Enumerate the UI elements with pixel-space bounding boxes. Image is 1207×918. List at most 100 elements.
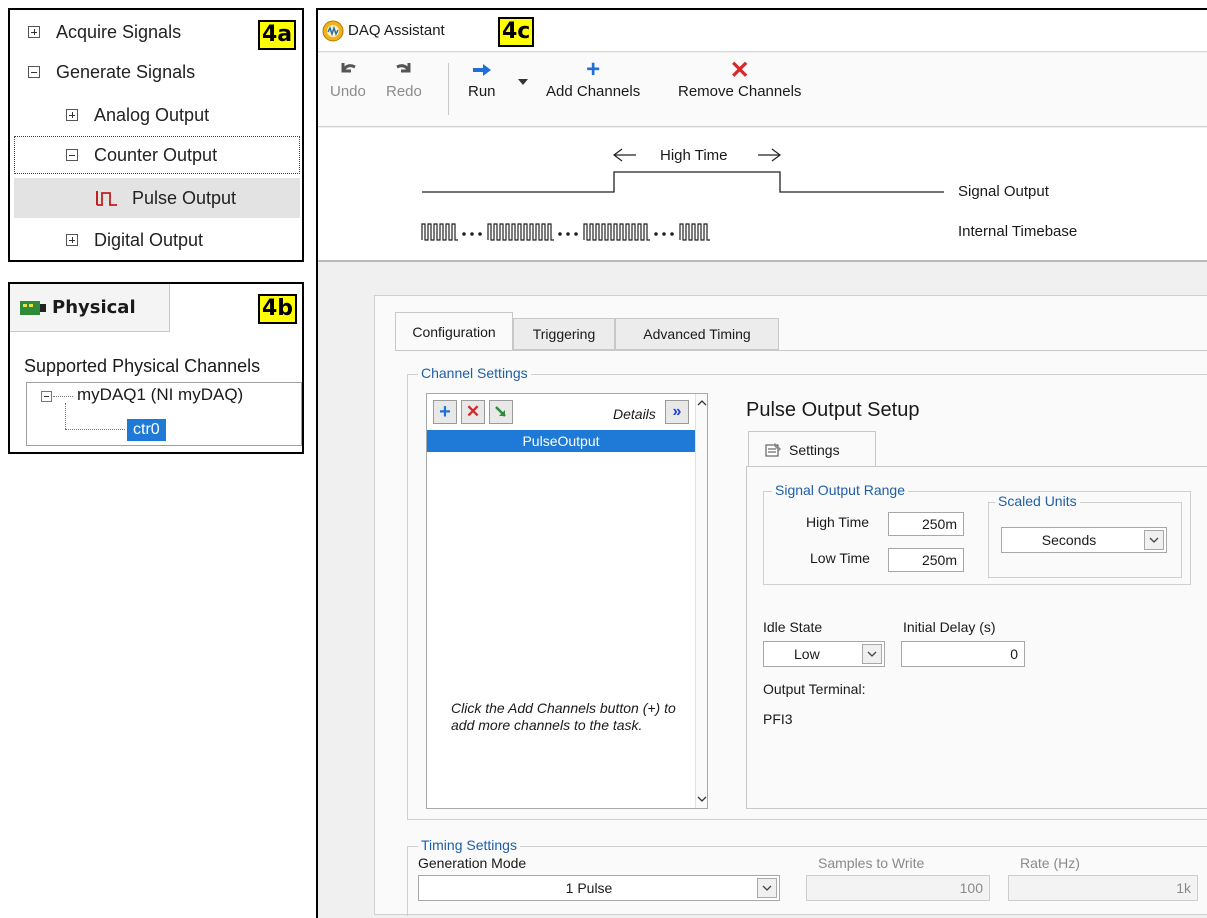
daq-assistant-icon [322,20,344,42]
callout-label: 4c [498,17,535,47]
tree-item-label: Pulse Output [132,187,237,208]
rate-input[interactable]: 1k [1008,875,1198,901]
expand-icon[interactable] [66,234,78,246]
rename-channel-button[interactable] [489,400,513,424]
remove-channels-button[interactable]: ✕ Remove Channels [678,57,802,101]
tab-label: Physical [52,297,136,318]
group-title: Channel Settings [418,365,531,381]
collapse-icon[interactable] [66,149,78,161]
pulse-icon [96,191,117,206]
channel-settings-group: Channel Settings + ✕ Details » PulseOutp… [407,365,1207,820]
generation-mode-select[interactable]: 1 Pulse [418,875,780,901]
initial-delay-input[interactable]: 0 [901,641,1025,667]
callout-label: 4a [258,20,297,50]
tab-label: Advanced Timing [643,326,751,342]
tab-advanced-timing[interactable]: Advanced Timing [615,318,779,350]
callout-label: 4b [258,294,298,324]
undo-button[interactable]: Undo [330,57,366,100]
rate-label: Rate (Hz) [1020,855,1080,871]
select-value: 1 Pulse [565,880,613,896]
collapse-icon[interactable] [41,391,52,402]
run-button[interactable]: Run [468,57,496,100]
idle-state-select[interactable]: Low [763,641,885,667]
scaled-units-select[interactable]: Seconds [1001,527,1167,553]
signal-output-waveform [422,171,944,193]
select-value: Seconds [1041,532,1097,548]
channel-ctr0[interactable]: ctr0 [127,419,166,441]
details-label: Details [613,406,656,422]
add-channels-button[interactable]: + Add Channels [546,56,641,100]
toolbar: Undo Redo Run + Add Channels ✕ Remove Ch… [318,53,1207,127]
output-terminal-value: PFI3 [763,711,793,727]
pulse-output-setup-title: Pulse Output Setup [746,399,920,421]
scroll-down-icon[interactable] [697,796,707,802]
scroll-up-icon[interactable] [697,400,707,406]
group-title: Signal Output Range [772,482,908,498]
tree-item-label: Digital Output [94,229,204,250]
low-time-input[interactable]: 250m [888,548,964,572]
high-time-label: High Time [806,514,870,530]
undo-label: Undo [330,83,366,100]
settings-icon [765,442,781,456]
tab-settings[interactable]: Settings [748,431,876,467]
tab-configuration[interactable]: Configuration [395,312,513,350]
timing-settings-group: Timing Settings Generation Mode 1 Pulse … [407,837,1207,916]
channel-list: + ✕ Details » PulseOutput Click the Add … [426,393,708,809]
tree-item-label: Acquire Signals [56,21,182,42]
generation-mode-label: Generation Mode [418,855,527,871]
remove-channel-button[interactable]: ✕ [461,400,485,424]
select-value: Low [794,646,820,662]
tree-item-digital-output[interactable]: Digital Output [66,220,286,260]
expand-icon[interactable] [66,109,78,121]
remove-channels-label: Remove Channels [678,83,802,100]
tree-item-counter-output[interactable]: Counter Output [14,136,300,174]
low-time-label: Low Time [810,550,870,566]
internal-timebase-label: Internal Timebase [958,223,1077,240]
redo-label: Redo [386,83,422,100]
tree-item-acquire-signals[interactable]: Acquire Signals [28,12,258,52]
device-name[interactable]: myDAQ1 (NI myDAQ) [77,385,243,405]
tree-item-label: Counter Output [94,144,218,165]
collapse-icon[interactable] [28,66,40,78]
tree-item-generate-signals[interactable]: Generate Signals [28,52,258,92]
redo-icon [393,57,415,83]
device-icon [20,300,46,315]
high-time-input[interactable]: 250m [888,512,964,536]
internal-timebase-waveform [421,223,710,241]
tab-label: Triggering [532,326,596,342]
rename-arrow-icon [495,406,506,417]
chevron-down-icon[interactable] [1144,530,1164,550]
channel-item-pulseoutput[interactable]: PulseOutput [427,430,695,452]
samples-to-write-label: Samples to Write [818,855,925,871]
channel-list-scrollbar[interactable] [695,394,707,808]
add-channel-button[interactable]: + [433,400,457,424]
high-time-label: High Time [660,147,728,164]
scaled-units-group: Scaled Units Seconds [988,493,1182,578]
tree-item-analog-output[interactable]: Analog Output [66,95,286,135]
group-title: Timing Settings [418,837,520,853]
run-dropdown-icon[interactable] [518,79,528,86]
idle-state-label: Idle State [763,619,823,635]
tab-triggering[interactable]: Triggering [513,318,615,350]
samples-to-write-input[interactable]: 100 [806,875,990,901]
initial-delay-label: Initial Delay (s) [903,619,996,635]
tree-item-pulse-output[interactable]: Pulse Output [14,178,300,218]
expand-icon[interactable] [28,26,40,38]
chevron-down-icon[interactable] [862,644,882,664]
details-toggle-button[interactable]: » [665,400,689,424]
tab-label: Settings [789,441,840,458]
tab-physical[interactable]: Physical [10,284,170,332]
title-bar: DAQ Assistant 4c [318,10,1207,52]
signal-output-range-group: Signal Output Range High Time 250m Low T… [763,482,1191,585]
redo-button[interactable]: Redo [386,57,422,100]
run-arrow-icon [471,57,493,83]
channel-tree: myDAQ1 (NI myDAQ) ctr0 [26,382,302,446]
chevron-down-icon[interactable] [757,878,777,898]
add-channels-label: Add Channels [546,83,641,100]
task-type-tree-panel: Acquire Signals Generate Signals Analog … [8,8,304,262]
pulse-timing-diagram: High Time Signal Output Internal Timebas… [318,128,1207,262]
signal-output-label: Signal Output [958,183,1050,200]
daq-assistant-window: DAQ Assistant 4c Undo Redo Run + Add Cha… [316,8,1207,918]
undo-icon [337,57,359,83]
tab-label: Configuration [412,323,496,340]
